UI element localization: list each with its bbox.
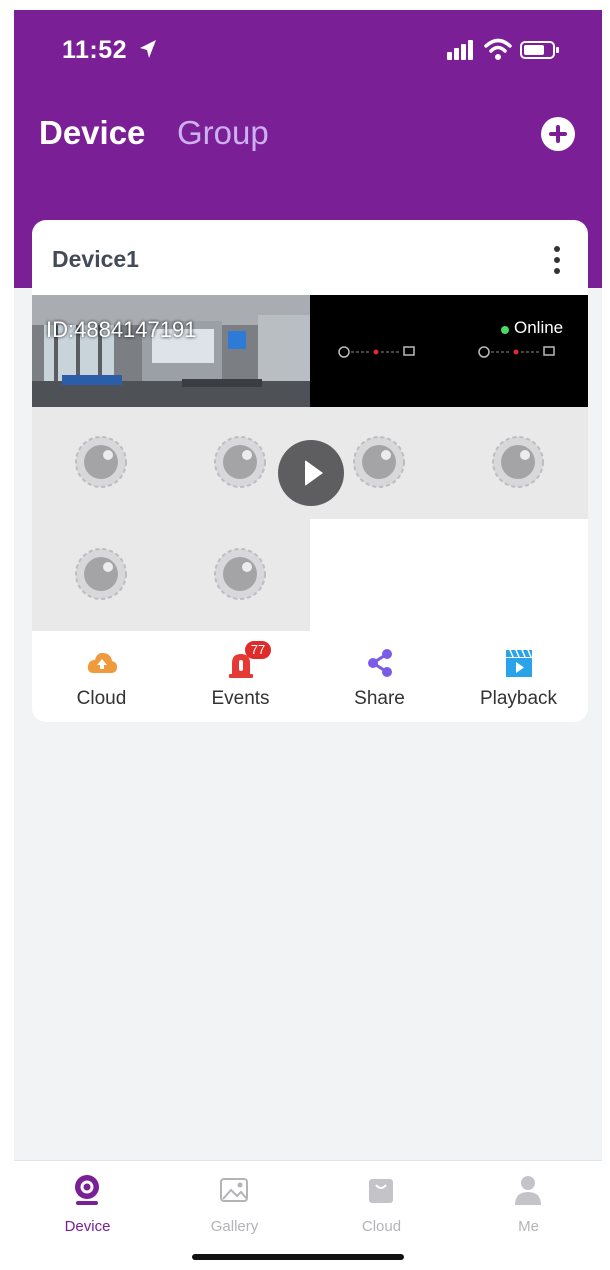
device-name: Device1 (52, 246, 139, 272)
cloud-bag-icon (369, 1179, 393, 1203)
tab-cloud[interactable]: Cloud (308, 1161, 455, 1262)
status-bar: 11:52 (14, 10, 602, 90)
cloud-action-label: Cloud (76, 688, 127, 709)
app-screen: 11:52 Device Group Device1 ID:4884147191… (14, 10, 602, 1262)
channel-tile[interactable] (449, 407, 588, 519)
dot-icon (554, 246, 560, 252)
device-card: Device1 ID:4884147191 Online Cloud 77 Ev… (32, 220, 588, 722)
more-options-button[interactable] (544, 242, 570, 282)
share-icon (368, 649, 392, 677)
signal-icon (447, 40, 473, 60)
tab-gallery-label: Gallery (210, 1218, 259, 1235)
camera-lens-icon (492, 436, 544, 488)
playback-action-button[interactable]: Playback (449, 631, 588, 722)
camera-snapshot[interactable]: ID:4884147191 (32, 295, 310, 407)
tab-me-label: Me (518, 1218, 539, 1235)
events-action-button[interactable]: 77 Events (171, 631, 310, 722)
events-badge: 77 (245, 641, 271, 659)
dot-icon (554, 257, 560, 263)
gallery-icon (220, 1178, 248, 1202)
office-snapshot-image (32, 295, 310, 407)
dot-icon (554, 268, 560, 274)
playback-icon (506, 649, 532, 677)
play-button[interactable] (278, 440, 344, 506)
tab-device-header[interactable]: Device (39, 114, 145, 152)
tab-device[interactable]: Device (14, 1161, 161, 1262)
channel-tile[interactable] (171, 519, 310, 631)
tab-me[interactable]: Me (455, 1161, 602, 1262)
camera-lens-icon (75, 548, 127, 600)
channel-tile[interactable] (32, 519, 171, 631)
connection-diagram-icon (338, 346, 415, 358)
add-device-button[interactable] (541, 117, 575, 151)
camera-icon (75, 1175, 99, 1205)
online-status-dot (501, 326, 509, 334)
device-actions: Cloud 77 Events Share Playback (32, 631, 588, 722)
bottom-tab-bar: Device Gallery Cloud Me (14, 1160, 602, 1262)
person-icon (515, 1176, 541, 1205)
events-action-label: Events (211, 688, 270, 709)
camera-lens-icon (214, 436, 266, 488)
camera-lens-icon (214, 548, 266, 600)
device-id-label: ID:4884147191 (46, 317, 197, 342)
playback-action-label: Playback (479, 688, 558, 709)
share-action-button[interactable]: Share (310, 631, 449, 722)
cloud-action-button[interactable]: Cloud (32, 631, 171, 722)
battery-icon (520, 41, 559, 59)
share-action-label: Share (354, 688, 405, 709)
tab-device-label: Device (64, 1218, 111, 1235)
online-status-label: Online (514, 318, 564, 337)
tab-group-header[interactable]: Group (177, 114, 269, 152)
cloud-icon (87, 652, 117, 673)
camera-lens-icon (353, 436, 405, 488)
live-preview[interactable]: ID:4884147191 Online (32, 295, 588, 407)
channel-tile[interactable] (32, 407, 171, 519)
status-time: 11:52 (62, 36, 128, 64)
tab-cloud-label: Cloud (361, 1218, 402, 1235)
connection-diagram-icon (478, 346, 555, 358)
tab-gallery[interactable]: Gallery (161, 1161, 308, 1262)
wifi-icon (484, 38, 512, 60)
channel-grid (32, 407, 588, 631)
camera-lens-icon (75, 436, 127, 488)
location-arrow-icon (140, 40, 156, 58)
home-indicator[interactable] (192, 1254, 404, 1260)
